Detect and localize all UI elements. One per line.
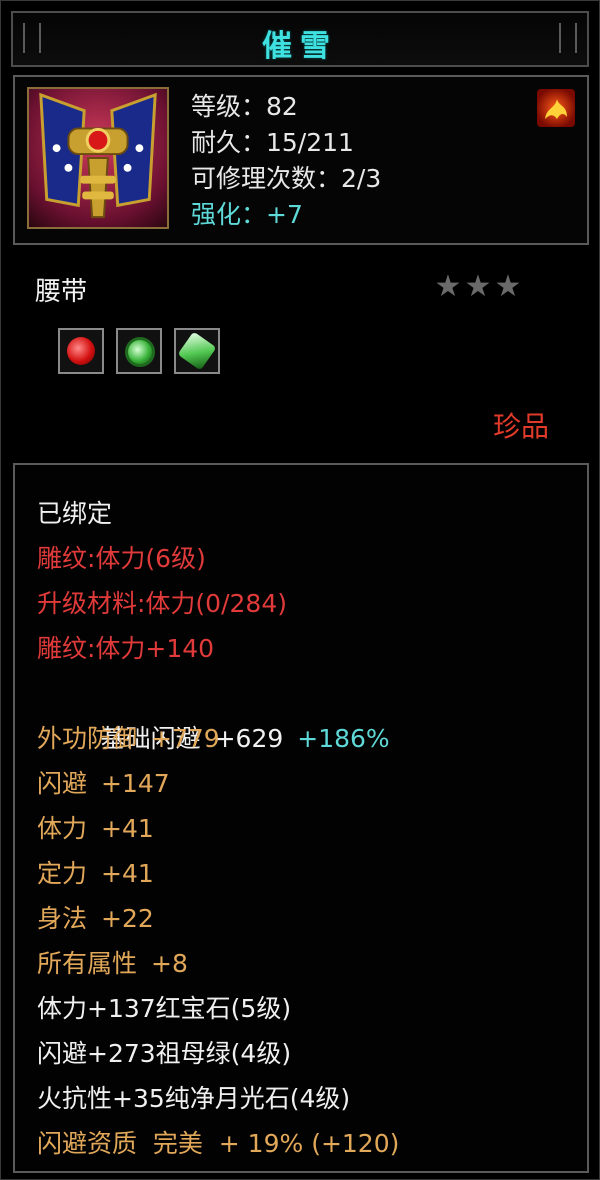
- attr-line: 定力 +41: [37, 851, 399, 896]
- attr-line: 身法 +22: [37, 896, 399, 941]
- attr-value: +779: [151, 724, 220, 753]
- engrave-line: 雕纹:体力(6级): [37, 544, 206, 573]
- attr-name: 身法: [37, 904, 88, 933]
- gem-bonus-line: 闪避+273祖母绿(4级): [37, 1039, 292, 1068]
- emerald-gem-icon[interactable]: [116, 328, 162, 374]
- gem-bonus-line: 火抗性+35纯净月光石(4级): [37, 1084, 351, 1113]
- ruby-gem-icon[interactable]: [58, 328, 104, 374]
- level-row: 等级：82: [191, 92, 298, 121]
- item-title: 催雪: [262, 29, 338, 64]
- attr-name: 外功防御: [37, 724, 138, 753]
- attr-name: 所有属性: [37, 949, 138, 978]
- attr-line: 闪避 +147: [37, 761, 399, 806]
- attr-line: 所有属性 +8: [37, 941, 399, 986]
- item-header: 等级：82 耐久：15/211 可修理次数：2/3 强化：+7: [13, 75, 589, 245]
- attr-value: +629: [214, 724, 284, 753]
- gem-slots: [58, 328, 232, 374]
- attr-value: +147: [101, 769, 170, 798]
- gem-bonus-line: 体力+137红宝石(5级): [37, 994, 292, 1023]
- star-icon: ★: [434, 269, 462, 304]
- enhance-row: 强化：+7: [191, 200, 303, 229]
- item-tooltip: 催雪 等级：82 耐久：15/211 可修理次数：2/3 强化：+7 腰带 ★ …: [0, 0, 600, 1180]
- attr-value: +41: [101, 814, 154, 843]
- star-icon: ★: [494, 269, 522, 304]
- title-bar: 催雪: [11, 11, 589, 67]
- attribute-panel: 已绑定 雕纹:体力(6级) 升级材料:体力(0/284) 雕纹:体力+140 基…: [13, 463, 589, 1173]
- base-dodge-line: 基础闪避 +629 +186%: [37, 671, 399, 753]
- star-rating: ★ ★ ★: [433, 269, 543, 304]
- star-icon: ★: [464, 269, 492, 304]
- attr-value: +41: [101, 859, 154, 888]
- title-ornament-right: [559, 23, 577, 53]
- bound-status: 已绑定: [37, 499, 113, 528]
- attr-value: +22: [101, 904, 154, 933]
- upgrade-material-line: 升级材料:体力(0/284): [37, 589, 287, 618]
- item-type: 腰带: [35, 277, 88, 307]
- moonstone-gem-icon[interactable]: [174, 328, 220, 374]
- belt-item-icon[interactable]: [27, 87, 169, 229]
- attr-name: 定力: [37, 859, 88, 888]
- repair-count-row: 可修理次数：2/3: [191, 164, 382, 193]
- durability-row: 耐久：15/211: [191, 128, 354, 157]
- attr-line: 体力 +41: [37, 806, 399, 851]
- attr-name: 体力: [37, 814, 88, 843]
- attr-bonus: +186%: [297, 724, 390, 753]
- rarity-label: 珍品: [493, 410, 550, 443]
- attr-value: +8: [151, 949, 188, 978]
- quality-line: 闪避资质 完美 + 19% (+120): [37, 1129, 400, 1158]
- attr-name: 闪避: [37, 769, 88, 798]
- fire-element-icon: [537, 89, 575, 127]
- item-stats: 等级：82 耐久：15/211 可修理次数：2/3 强化：+7: [191, 89, 381, 233]
- engrave-bonus-line: 雕纹:体力+140: [37, 634, 215, 663]
